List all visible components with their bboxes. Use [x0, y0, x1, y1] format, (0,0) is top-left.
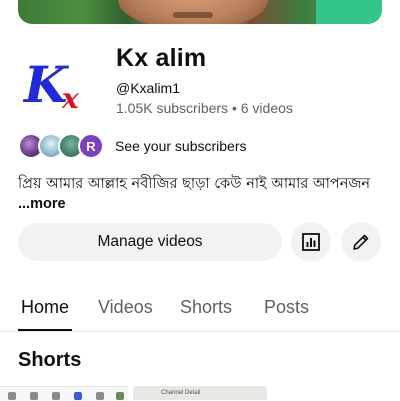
tabs-divider [0, 331, 400, 332]
thumb-app-icon [52, 392, 60, 400]
pencil-icon [353, 234, 369, 250]
banner-detail [173, 12, 213, 18]
short-thumbnail[interactable]: Channel Detail [133, 386, 267, 400]
channel-stats: 1.05K subscribers • 6 videos [116, 100, 293, 116]
section-title-shorts: Shorts [18, 349, 82, 371]
subscriber-count: 1.05K subscribers [116, 100, 229, 116]
thumb-app-icon [96, 392, 104, 400]
see-subscribers-link[interactable]: R See your subscribers [18, 131, 378, 161]
kx-logo-icon: K x [22, 55, 79, 115]
channel-name: Kx alim [116, 44, 207, 72]
manage-videos-button[interactable]: Manage videos [18, 223, 282, 261]
banner-accent [316, 0, 382, 24]
video-count: 6 videos [240, 100, 293, 116]
more-link[interactable]: ...more [18, 196, 66, 212]
thumb-app-icon [30, 392, 38, 400]
edit-channel-button[interactable] [341, 222, 381, 262]
svg-text:x: x [61, 82, 79, 115]
thumb-app-icon [74, 392, 82, 400]
thumb-app-icon [116, 392, 124, 400]
description-text: প্রিয় আমার আল্লাহ নবীজির ছাড়া কেউ নাই … [18, 176, 371, 192]
shorts-thumbnails: Channel Detail [0, 386, 400, 401]
channel-avatar[interactable]: K x [18, 42, 100, 124]
channel-description[interactable]: প্রিয় আমার আল্লাহ নবীজির ছাড়া কেউ নাই … [18, 174, 383, 214]
thumb-label: Channel Detail [161, 390, 201, 396]
short-thumbnail[interactable] [0, 386, 128, 401]
tab-posts[interactable]: Posts [264, 297, 309, 318]
analytics-icon [302, 233, 320, 251]
tab-videos[interactable]: Videos [98, 297, 153, 318]
stats-separator: • [231, 100, 237, 116]
analytics-button[interactable] [291, 222, 331, 262]
tab-home[interactable]: Home [21, 297, 69, 318]
channel-handle: @Kxalim1 [116, 80, 181, 96]
subscriber-avatar: R [78, 133, 104, 159]
see-subscribers-label: See your subscribers [115, 138, 247, 154]
channel-banner[interactable] [18, 0, 382, 24]
tab-shorts[interactable]: Shorts [180, 297, 232, 318]
thumb-app-icon [8, 392, 16, 400]
